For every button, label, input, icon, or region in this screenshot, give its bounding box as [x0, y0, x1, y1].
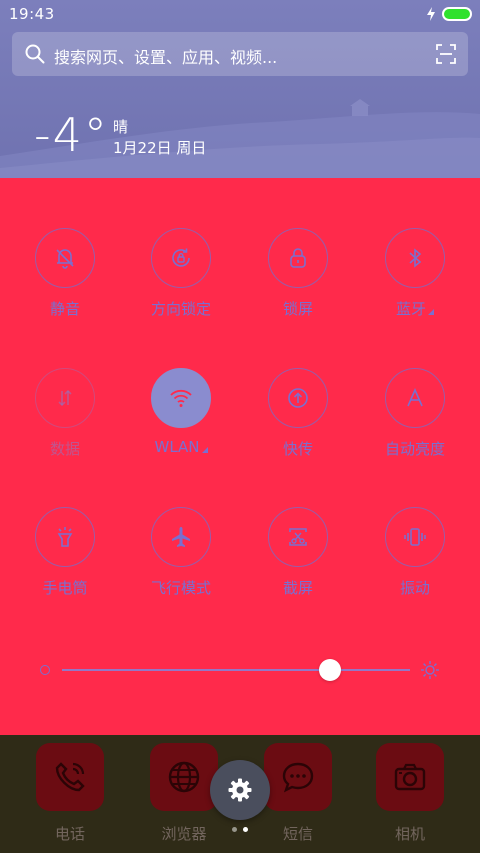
rotation-lock-icon	[172, 248, 190, 267]
toggle-data[interactable]: 数据	[10, 368, 120, 478]
toggle-auto-brightness-button[interactable]	[385, 368, 445, 428]
more-indicator-icon	[428, 309, 434, 315]
weather-temperature[interactable]: -4°	[34, 108, 109, 162]
toggle-screenshot[interactable]: 截屏	[243, 507, 353, 617]
toggle-flashlight[interactable]: 手电筒	[10, 507, 120, 617]
search-input[interactable]: 搜索网页、设置、应用、视频...	[54, 44, 277, 68]
toggle-vibrate[interactable]: 振动	[360, 507, 470, 617]
battery-icon	[442, 7, 472, 21]
toggle-screenshot-button[interactable]	[268, 507, 328, 567]
toggle-label: 锁屏	[282, 300, 313, 318]
bell-off-icon	[56, 249, 74, 269]
toggle-label: 快传	[282, 440, 313, 458]
toggle-auto-brightness[interactable]: 自动亮度	[360, 368, 470, 478]
dock-app-camera[interactable]: 相机	[374, 743, 446, 843]
page-dot-active	[243, 827, 248, 832]
phone-icon	[55, 762, 85, 792]
toggle-bluetooth-button[interactable]	[385, 228, 445, 288]
toggle-label: WLAN	[126, 438, 236, 456]
toggle-wlan-button[interactable]	[151, 368, 211, 428]
toggle-label: 方向锁定	[150, 300, 211, 318]
data-arrows-icon	[58, 389, 72, 407]
search-icon	[25, 44, 45, 64]
toggle-label: 截屏	[282, 579, 313, 597]
settings-button[interactable]	[210, 760, 270, 820]
screenshot-icon	[289, 528, 307, 546]
brightness-high-icon	[421, 661, 439, 679]
toggle-label: 手电筒	[42, 579, 88, 597]
toggle-label: 蓝牙	[360, 298, 470, 319]
gear-icon	[228, 778, 252, 802]
toggle-quick-transfer[interactable]: 快传	[243, 368, 353, 478]
bluetooth-icon	[409, 248, 422, 268]
header: 19:43 搜索网页、设置、应用、视频... -4° 晴 1月22日 周日	[0, 0, 480, 178]
camera-icon	[394, 763, 426, 791]
charging-icon	[427, 7, 435, 21]
toggle-label: 数据	[49, 440, 80, 458]
flashlight-icon	[57, 527, 73, 547]
app-icon[interactable]	[36, 743, 104, 811]
scan-icon[interactable]	[436, 44, 456, 64]
weather-condition: 晴	[113, 118, 129, 136]
toggle-label: 静音	[49, 300, 80, 318]
toggle-label: 飞行模式	[150, 579, 211, 597]
toggle-label: 自动亮度	[384, 440, 445, 458]
toggle-label: 振动	[399, 579, 430, 597]
brightness-slider[interactable]	[40, 658, 440, 682]
toggle-airplane-mode-button[interactable]	[151, 507, 211, 567]
transfer-icon	[288, 388, 308, 408]
quick-settings-panel: 静音 方向锁定 锁屏 蓝牙 数据 WLAN 快传 自动亮度 手电筒 飞行模式 截…	[0, 178, 480, 735]
dock-app-label: 电话	[54, 825, 85, 843]
dock-app-label: 浏览器	[161, 825, 207, 843]
weather-date: 1月22日 周日	[113, 139, 207, 157]
page-indicator	[232, 827, 248, 832]
app-icon[interactable]	[264, 743, 332, 811]
toggle-flashlight-button[interactable]	[35, 507, 95, 567]
page-dot	[232, 827, 237, 832]
toggle-airplane-mode[interactable]: 飞行模式	[126, 507, 236, 617]
auto-brightness-icon	[407, 388, 423, 407]
wifi-icon	[170, 389, 192, 407]
toggle-bluetooth[interactable]: 蓝牙	[360, 228, 470, 338]
status-time: 19:43	[9, 5, 55, 23]
toggle-data-button[interactable]	[35, 368, 95, 428]
toggle-rotation-lock-button[interactable]	[151, 228, 211, 288]
toggle-mute[interactable]: 静音	[10, 228, 120, 338]
dock-app-label: 短信	[282, 825, 313, 843]
vibrate-icon	[404, 528, 426, 546]
lock-icon	[290, 248, 306, 268]
airplane-icon	[172, 527, 190, 547]
toggle-lock-screen-button[interactable]	[268, 228, 328, 288]
dock-app-messages[interactable]: 短信	[262, 743, 334, 843]
globe-icon	[168, 761, 200, 793]
toggle-quick-transfer-button[interactable]	[268, 368, 328, 428]
brightness-track[interactable]	[62, 669, 410, 671]
dock-app-phone[interactable]: 电话	[34, 743, 106, 843]
toggle-lock-screen[interactable]: 锁屏	[243, 228, 353, 338]
more-indicator-icon	[201, 447, 208, 453]
dock-app-label: 相机	[394, 825, 425, 843]
brightness-thumb[interactable]	[318, 659, 341, 681]
app-icon[interactable]	[150, 743, 218, 811]
message-icon	[282, 762, 314, 793]
toggle-mute-button[interactable]	[35, 228, 95, 288]
toggle-vibrate-button[interactable]	[385, 507, 445, 567]
toggle-wlan[interactable]: WLAN	[126, 368, 236, 478]
status-icons	[426, 6, 472, 22]
search-bar[interactable]: 搜索网页、设置、应用、视频...	[12, 32, 468, 76]
toggle-rotation-lock[interactable]: 方向锁定	[126, 228, 236, 338]
status-bar: 19:43	[0, 0, 480, 28]
brightness-low-icon	[40, 665, 50, 675]
app-icon[interactable]	[376, 743, 444, 811]
